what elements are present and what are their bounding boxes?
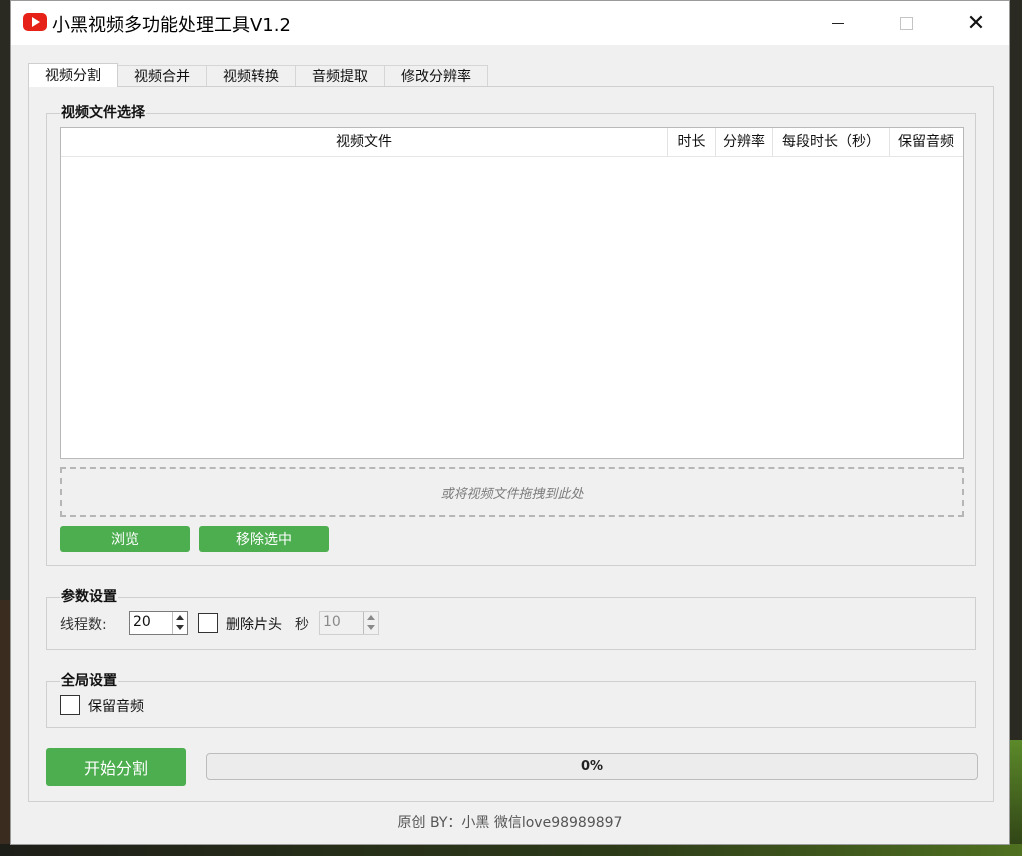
close-button[interactable]: ✕	[941, 1, 1011, 45]
file-select-group: 视频文件选择 视频文件 时长 分辨率 每段时长（秒） 保留音频 或将视频文件拖拽…	[46, 103, 976, 566]
threads-spinbox[interactable]: 20	[129, 611, 188, 635]
start-split-button[interactable]: 开始分割	[46, 748, 186, 786]
params-group: 参数设置 线程数: 20 删除片头 秒 10	[46, 587, 976, 650]
table-header: 视频文件 时长 分辨率 每段时长（秒） 保留音频	[61, 128, 963, 157]
column-header-resolution[interactable]: 分辨率	[716, 128, 773, 156]
file-select-group-title: 视频文件选择	[60, 103, 146, 123]
progress-bar: 0%	[206, 753, 978, 780]
tab-audio-extract[interactable]: 音频提取	[295, 65, 385, 87]
arrow-down-icon[interactable]	[367, 625, 375, 630]
tab-video-split[interactable]: 视频分割	[28, 63, 118, 87]
tab-video-merge[interactable]: 视频合并	[117, 65, 207, 87]
browse-button[interactable]: 浏览	[60, 526, 190, 552]
tab-bar: 视频分割 视频合并 视频转换 音频提取 修改分辨率	[28, 63, 488, 87]
arrow-up-icon[interactable]	[367, 615, 375, 620]
close-icon: ✕	[966, 10, 986, 36]
params-group-title: 参数设置	[60, 587, 118, 607]
drop-zone-hint: 或将视频文件拖拽到此处	[440, 486, 584, 502]
threads-stepper[interactable]	[172, 612, 187, 634]
window-title: 小黑视频多功能处理工具V1.2	[52, 15, 291, 36]
keep-audio-label: 保留音频	[88, 699, 144, 715]
video-file-table[interactable]: 视频文件 时长 分辨率 每段时长（秒） 保留音频	[60, 127, 964, 459]
maximize-button[interactable]	[871, 1, 941, 45]
column-header-keep-audio[interactable]: 保留音频	[890, 128, 962, 156]
arrow-up-icon[interactable]	[176, 615, 184, 620]
remove-selected-button[interactable]: 移除选中	[199, 526, 329, 552]
global-settings-group: 全局设置 保留音频	[46, 671, 976, 728]
column-header-segment-duration[interactable]: 每段时长（秒）	[773, 128, 890, 156]
minimize-icon	[832, 22, 844, 24]
trim-intro-label: 删除片头	[226, 617, 282, 633]
desktop-background-right	[1008, 740, 1022, 856]
progress-text: 0%	[580, 759, 604, 774]
maximize-icon	[899, 16, 913, 30]
footer-credit: 原创 BY：小黑 微信love98989897	[397, 815, 623, 831]
column-header-video-file[interactable]: 视频文件	[61, 128, 668, 156]
app-window: 小黑视频多功能处理工具V1.2 ✕ 视频分割 视频合并 视频转换 音频提取 修改…	[10, 0, 1010, 845]
trim-intro-checkbox[interactable]	[198, 613, 218, 633]
threads-value: 20	[133, 614, 151, 630]
tab-change-resolution[interactable]: 修改分辨率	[384, 65, 488, 87]
tab-panel-video-split: 视频文件选择 视频文件 时长 分辨率 每段时长（秒） 保留音频 或将视频文件拖拽…	[28, 86, 994, 802]
tab-video-convert[interactable]: 视频转换	[206, 65, 296, 87]
minimize-button[interactable]	[803, 1, 873, 45]
column-header-duration[interactable]: 时长	[668, 128, 716, 156]
title-bar[interactable]: 小黑视频多功能处理工具V1.2 ✕	[11, 1, 1009, 45]
seconds-label: 秒	[295, 617, 309, 633]
seconds-spinbox[interactable]: 10	[319, 611, 379, 635]
youtube-play-icon	[23, 13, 47, 31]
threads-label: 线程数:	[60, 617, 107, 633]
arrow-down-icon[interactable]	[176, 625, 184, 630]
desktop-background-bottom	[0, 844, 1022, 856]
global-settings-group-title: 全局设置	[60, 671, 118, 691]
seconds-stepper[interactable]	[363, 612, 378, 634]
seconds-value: 10	[323, 614, 341, 630]
drop-zone[interactable]: 或将视频文件拖拽到此处	[60, 467, 964, 517]
keep-audio-checkbox[interactable]	[60, 695, 80, 715]
